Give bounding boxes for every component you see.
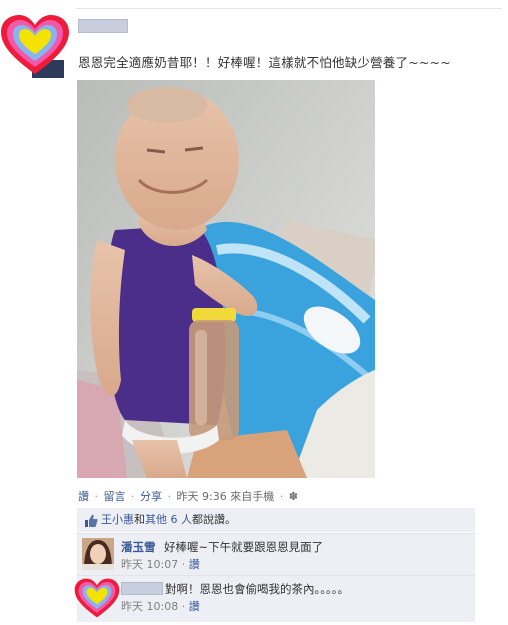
feedback-panel: 王小惠和其他 6 人都說讚。 潘玉雪 好棒喔~下午就要跟恩恩見面了 昨天 10:… <box>77 508 475 622</box>
likes-conjunction: 和 <box>134 513 145 526</box>
comment-like-link[interactable]: 讚 <box>189 600 200 613</box>
comment-text: 對啊！恩恩也會偷喝我的茶內。。。。。 <box>165 582 349 596</box>
post-text: 恩恩完全適應奶昔耶！！好棒喔！這樣就不怕他缺少營養了~~~~ <box>78 55 451 70</box>
separator: · <box>181 558 186 571</box>
top-divider <box>76 8 502 9</box>
comment-link[interactable]: 留言 <box>104 490 126 503</box>
separator: · <box>181 600 186 613</box>
gear-icon[interactable]: ✽ <box>289 490 298 503</box>
likes-suffix: 都說讚。 <box>192 513 236 526</box>
liker-name-link[interactable]: 王小惠 <box>101 513 134 526</box>
likes-row: 王小惠和其他 6 人都說讚。 <box>77 508 475 532</box>
heart-sticker-icon <box>0 14 70 78</box>
separator: · <box>94 490 99 503</box>
separator: · <box>279 490 284 503</box>
heart-sticker-icon <box>74 578 120 620</box>
commenter-avatar[interactable] <box>82 538 114 570</box>
comment-like-link[interactable]: 讚 <box>189 558 200 571</box>
separator: · <box>167 490 172 503</box>
comment-author[interactable]: 潘玉雪 <box>121 539 156 555</box>
post-via: 來自手機 <box>230 490 275 503</box>
comment-time[interactable]: 昨天 10:08 <box>121 600 178 613</box>
other-likers-link[interactable]: 其他 6 人 <box>145 513 192 526</box>
comment-meta: 昨天 10:08 · 讚 <box>121 598 200 614</box>
separator: · <box>131 490 135 503</box>
comment-time[interactable]: 昨天 10:07 <box>121 558 178 571</box>
thumbs-up-icon <box>84 513 98 527</box>
comment-item: 對啊！恩恩也會偷喝我的茶內。。。。。 昨天 10:08 · 讚 <box>77 575 475 622</box>
author-name-redacted[interactable] <box>78 19 128 33</box>
post-time[interactable]: 昨天 9:36 <box>177 490 227 503</box>
share-link[interactable]: 分享 <box>140 490 162 503</box>
comment-item: 潘玉雪 好棒喔~下午就要跟恩恩見面了 昨天 10:07 · 讚 <box>77 533 475 575</box>
likes-text: 王小惠和其他 6 人都說讚。 <box>101 508 236 532</box>
comment-author-redacted[interactable] <box>121 582 163 595</box>
like-link[interactable]: 讚 <box>78 490 89 503</box>
comment-meta: 昨天 10:07 · 讚 <box>121 556 200 572</box>
post-action-bar: 讚 · 留言 · 分享 · 昨天 9:36 來自手機 · ✽ <box>78 488 298 504</box>
comment-text: 好棒喔~下午就要跟恩恩見面了 <box>164 540 324 554</box>
post-photo[interactable] <box>77 80 375 478</box>
photo-image <box>77 80 375 478</box>
